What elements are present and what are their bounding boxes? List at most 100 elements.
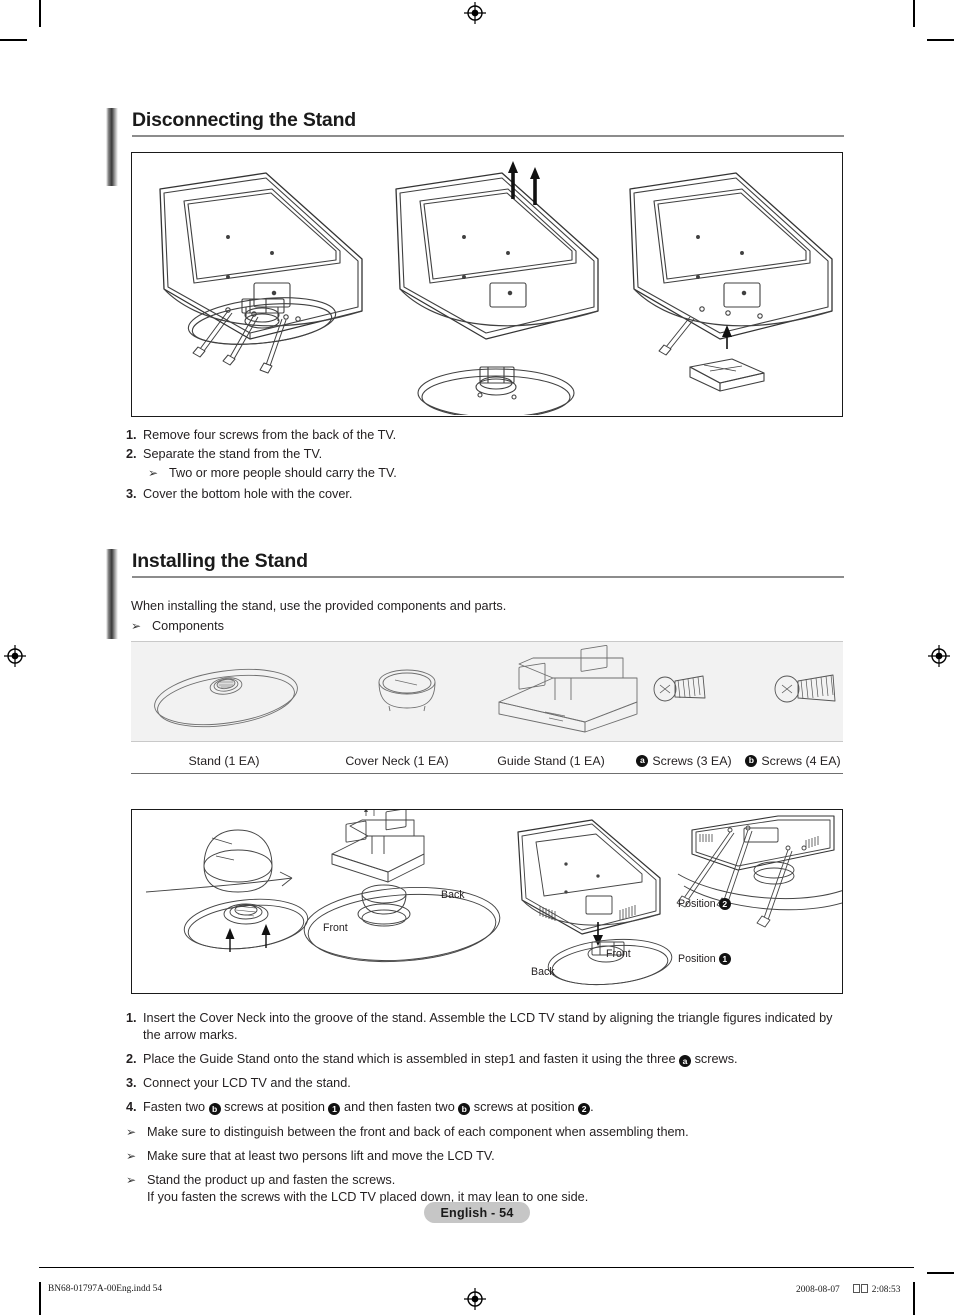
steps-disconnect: 1. Remove four screws from the back of t… [126, 427, 746, 505]
figure-label-text: Back [441, 889, 465, 901]
component-label-screws-b: b Screws (4 EA) [743, 754, 843, 768]
figure-label-text: Position [678, 898, 716, 910]
figure-label-text: Back [531, 966, 555, 978]
heading-install-wrap: Installing the Stand [132, 549, 844, 578]
footer-date-text: 2008-08-07 [796, 1285, 840, 1295]
component-label-text: Stand (1 EA) [188, 753, 260, 768]
figure-label-text: Position [678, 953, 716, 965]
inline-mark-2-icon: 2 [578, 1103, 591, 1116]
position-1-mark-icon: 1 [718, 953, 731, 965]
note-item: ➢ Make sure that at least two persons li… [126, 1148, 850, 1165]
step-item: 1. Insert the Cover Neck into the groove… [126, 1010, 850, 1044]
crop-mark-top-left-v [39, 0, 41, 27]
arrow-bullet-icon: ➢ [148, 466, 159, 480]
component-label-guide-stand: Guide Stand (1 EA) [477, 754, 625, 768]
step-number: 2. [126, 1052, 137, 1066]
page-title-install: Installing the Stand [132, 550, 308, 572]
note-text: Two or more people should carry the TV. [169, 466, 397, 480]
inline-mark-b-icon: b [458, 1103, 471, 1116]
step-item: 2. Separate the stand from the TV. [126, 446, 746, 463]
figure-label-position-1: Position 1 [678, 953, 731, 965]
note-text: Make sure to distinguish between the fro… [147, 1125, 689, 1139]
page-number-badge: English - 54 [424, 1202, 530, 1223]
crop-mark-top-right-v [913, 0, 915, 27]
step-item: 3. Cover the bottom hole with the cover. [126, 486, 746, 503]
page-number-text: English - 54 [440, 1205, 514, 1220]
step-item: 4. Fasten two b screws at position 1 and… [126, 1099, 850, 1116]
figure-label-back-1: Back [441, 889, 465, 901]
arrow-bullet-icon: ➢ [131, 619, 142, 633]
crop-mark-bottom-left-v [39, 1282, 41, 1315]
steps-install: 1. Insert the Cover Neck into the groove… [126, 1010, 850, 1206]
arrow-bullet-icon: ➢ [126, 1173, 137, 1187]
step-text: Connect your LCD TV and the stand. [143, 1076, 351, 1090]
figure-label-text: Front [323, 922, 348, 934]
step-text: Cover the bottom hole with the cover. [143, 487, 353, 501]
step-number: 3. [126, 1076, 137, 1090]
component-label-text: Screws (4 EA) [761, 753, 841, 768]
figure-label-back-2: Back [531, 966, 555, 978]
component-label-cover-neck: Cover Neck (1 EA) [317, 754, 477, 768]
figure-disconnect-stand [131, 152, 843, 417]
footer-rule [39, 1267, 914, 1268]
footer-file-name: BN68-01797A-00Eng.indd 54 [48, 1284, 162, 1294]
component-label-text: Cover Neck (1 EA) [345, 753, 449, 768]
component-label-text: Screws (3 EA) [652, 753, 732, 768]
crop-mark-bottom-right-v [913, 1282, 915, 1315]
figure-label-front-2: Front [606, 948, 631, 960]
components-label-row-table: Stand (1 EA) Cover Neck (1 EA) Guide Sta… [131, 748, 843, 774]
step-text: Fasten two b screws at position 1 and th… [143, 1100, 594, 1116]
footer-time-text: 2:08:53 [871, 1285, 901, 1295]
note-item: ➢ Make sure to distinguish between the f… [126, 1124, 850, 1141]
figure-installing-stand: Back Front Front Back Position 2 Positio… [131, 809, 843, 994]
step-text: Remove four screws from the back of the … [143, 428, 397, 442]
registration-mark-bottom [464, 1288, 486, 1310]
step-item: 2. Place the Guide Stand onto the stand … [126, 1051, 850, 1068]
components-panel [131, 641, 843, 742]
section-accent-bar-disconnect [106, 108, 118, 186]
heading-rule-disconnect [132, 135, 844, 137]
note-item: ➢ Two or more people should carry the TV… [126, 465, 746, 482]
crop-mark-bottom-right-h [927, 1272, 954, 1274]
screw-b-mark-icon: b [745, 754, 758, 767]
step-text: Separate the stand from the TV. [143, 447, 323, 461]
manual-page: Disconnecting the Stand 1. Remove four s… [0, 0, 954, 1315]
footer-timestamp: 2008-08-07 2:08:53 [796, 1284, 900, 1295]
inline-mark-a-icon: a [679, 1055, 692, 1068]
component-label-stand: Stand (1 EA) [131, 754, 317, 768]
component-label-screws-a: a Screws (3 EA) [625, 754, 743, 768]
arrow-bullet-icon: ➢ [126, 1125, 137, 1139]
footer-file-name-text: BN68-01797A-00Eng.indd 54 [48, 1284, 163, 1294]
install-intro-text: When installing the stand, use the provi… [131, 599, 507, 613]
note-text: Stand the product up and fasten the scre… [147, 1173, 589, 1204]
page-title-disconnect: Disconnecting the Stand [132, 109, 357, 131]
position-2-mark-icon: 2 [718, 898, 731, 910]
note-text: Make sure that at least two persons lift… [147, 1149, 495, 1163]
arrow-bullet-icon: ➢ [126, 1149, 137, 1163]
components-label: Components [152, 619, 224, 633]
crop-mark-top-right-h [927, 39, 954, 41]
screw-a-mark-icon: a [636, 754, 649, 767]
step-number: 4. [126, 1100, 137, 1114]
step-number: 1. [126, 428, 137, 442]
figure-label-text: Front [606, 948, 631, 960]
section-accent-bar-install [106, 549, 118, 639]
registration-mark-right [928, 645, 950, 667]
component-label-text: Guide Stand (1 EA) [497, 753, 605, 768]
inline-mark-1-icon: 1 [328, 1103, 341, 1116]
note-item: ➢ Stand the product up and fasten the sc… [126, 1172, 850, 1206]
install-intro-block: When installing the stand, use the provi… [131, 598, 781, 635]
step-item: 3. Connect your LCD TV and the stand. [126, 1075, 850, 1092]
step-number: 3. [126, 487, 137, 501]
step-number: 1. [126, 1011, 137, 1025]
step-text: Insert the Cover Neck into the groove of… [143, 1011, 833, 1042]
heading-disconnect-wrap: Disconnecting the Stand [132, 108, 844, 137]
figure-label-front-1: Front [323, 922, 348, 934]
components-label-row: ➢ Components [131, 618, 781, 635]
registration-mark-left [4, 645, 26, 667]
figure-label-position-2: Position 2 [678, 898, 731, 910]
unknown-glyph-icon [853, 1284, 861, 1293]
heading-rule-install [132, 576, 844, 578]
inline-mark-b-icon: b [208, 1103, 221, 1116]
step-number: 2. [126, 447, 137, 461]
